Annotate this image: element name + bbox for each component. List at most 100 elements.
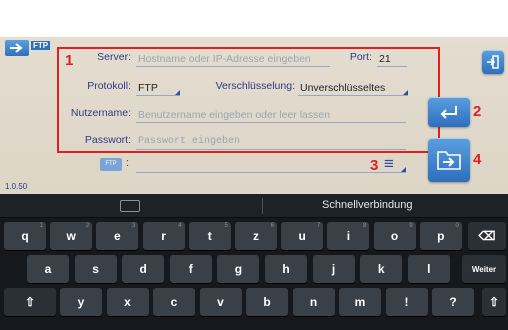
key-e[interactable]: e3	[96, 222, 139, 250]
suggestion-bar: Schnellverbindung	[0, 194, 508, 218]
password-input[interactable]: Passwort eingeben	[136, 135, 406, 150]
key-hint: 2	[85, 223, 90, 229]
key-s[interactable]: s	[74, 255, 117, 283]
key-p[interactable]: p0	[419, 222, 462, 250]
key-z[interactable]: z6	[235, 222, 277, 250]
key-label: c	[170, 295, 178, 309]
key-hint: 0	[455, 223, 459, 229]
key-label: n	[309, 295, 318, 309]
key-c[interactable]: c	[153, 288, 195, 316]
key-label: z	[253, 229, 259, 243]
key-label: d	[139, 262, 147, 276]
shift-key-left[interactable]: ⇧	[4, 288, 56, 316]
key-w[interactable]: w2	[50, 222, 93, 250]
key-hint: 8	[363, 223, 367, 229]
key-u[interactable]: u7	[281, 222, 324, 250]
username-label: Nutzername:	[70, 107, 131, 119]
key-label: v	[217, 295, 224, 309]
username-input[interactable]: Benutzername eingeben oder leer lassen	[136, 108, 406, 123]
saved-connections-select[interactable]	[136, 159, 406, 173]
key-hint: 5	[224, 223, 228, 229]
key-label: t	[207, 229, 212, 243]
port-input[interactable]: 21	[377, 52, 407, 67]
folder-arrow-icon	[10, 43, 23, 53]
folder-connect-icon	[437, 151, 461, 170]
key-i[interactable]: i8	[327, 222, 370, 250]
app-logo	[5, 40, 29, 56]
key-label: g	[234, 262, 243, 276]
key-label: e	[114, 229, 121, 243]
soft-keyboard: Schnellverbindung ⌫ Weiter ⇧ ⇧ q1w2e3r4t…	[0, 194, 508, 330]
password-label: Passwort:	[84, 134, 131, 146]
key-hint: 1	[39, 223, 43, 229]
menu-icon[interactable]: ≡	[384, 154, 394, 174]
shift-key-right[interactable]: ⇧	[482, 288, 506, 316]
key-![interactable]: !	[385, 288, 428, 316]
key-?[interactable]: ?	[432, 288, 474, 316]
key-b[interactable]: b	[246, 288, 288, 316]
key-k[interactable]: k	[360, 255, 403, 283]
key-label: o	[390, 229, 399, 243]
saved-colon: :	[126, 157, 130, 169]
key-hint: 7	[316, 223, 321, 229]
key-x[interactable]: x	[106, 288, 149, 316]
return-button[interactable]	[428, 97, 470, 127]
key-l[interactable]: l	[407, 255, 450, 283]
suggestion-divider	[262, 198, 263, 214]
key-label: y	[77, 295, 85, 309]
key-label: s	[92, 262, 99, 276]
key-m[interactable]: m	[339, 288, 381, 316]
key-a[interactable]: a	[27, 255, 69, 283]
key-label: a	[44, 262, 52, 276]
key-hint: 6	[270, 223, 274, 229]
connect-button[interactable]	[428, 138, 470, 182]
key-label: r	[161, 229, 166, 243]
annotation-1: 1	[65, 52, 74, 69]
key-label: l	[427, 262, 431, 276]
key-label: i	[346, 229, 351, 243]
key-f[interactable]: f	[169, 255, 212, 283]
key-y[interactable]: y	[60, 288, 102, 316]
server-input[interactable]: Hostname oder IP-Adresse eingeben	[136, 52, 330, 67]
key-hint: 4	[178, 223, 182, 229]
key-label: w	[66, 229, 76, 243]
enter-key[interactable]: Weiter	[462, 255, 506, 283]
version-label: 1.0.50	[5, 182, 28, 191]
annotation-4: 4	[473, 151, 482, 168]
key-o[interactable]: o9	[373, 222, 416, 250]
protocol-select[interactable]: FTP	[136, 81, 180, 96]
encryption-label: Verschlüsselung:	[215, 80, 295, 92]
key-g[interactable]: g	[217, 255, 260, 283]
key-hint: 3	[132, 223, 136, 229]
key-label: ?	[449, 295, 457, 309]
server-label: Server:	[97, 51, 131, 63]
key-d[interactable]: d	[122, 255, 165, 283]
screen: FTP 1 Server: Hostname oder IP-Adresse e…	[0, 0, 508, 330]
logout-button[interactable]	[482, 50, 504, 74]
annotation-3: 3	[370, 157, 379, 174]
saved-server-badge-label: FTP	[105, 161, 117, 167]
suggestion-item[interactable]: Schnellverbindung	[322, 199, 413, 211]
key-h[interactable]: h	[265, 255, 307, 283]
key-r[interactable]: r4	[142, 222, 185, 250]
ftp-connection-panel: FTP 1 Server: Hostname oder IP-Adresse e…	[0, 37, 508, 194]
key-v[interactable]: v	[199, 288, 242, 316]
saved-server-badge[interactable]: FTP	[100, 158, 122, 171]
protocol-label: Protokoll:	[87, 80, 131, 92]
encryption-select[interactable]: Unverschlüsseltes	[298, 81, 408, 96]
key-label: p	[437, 229, 445, 243]
key-label: f	[188, 262, 193, 276]
app-title: FTP	[31, 41, 51, 50]
key-j[interactable]: j	[312, 255, 355, 283]
key-label: k	[377, 262, 385, 276]
key-label: u	[298, 229, 306, 243]
key-q[interactable]: q1	[4, 222, 46, 250]
key-label: j	[331, 262, 336, 276]
keyboard-toggle-icon[interactable]	[120, 200, 140, 212]
backspace-key[interactable]: ⌫	[468, 222, 506, 250]
exit-icon	[487, 55, 499, 69]
key-label: b	[263, 295, 271, 309]
key-t[interactable]: t5	[188, 222, 231, 250]
key-n[interactable]: n	[292, 288, 335, 316]
key-label: m	[354, 295, 366, 309]
